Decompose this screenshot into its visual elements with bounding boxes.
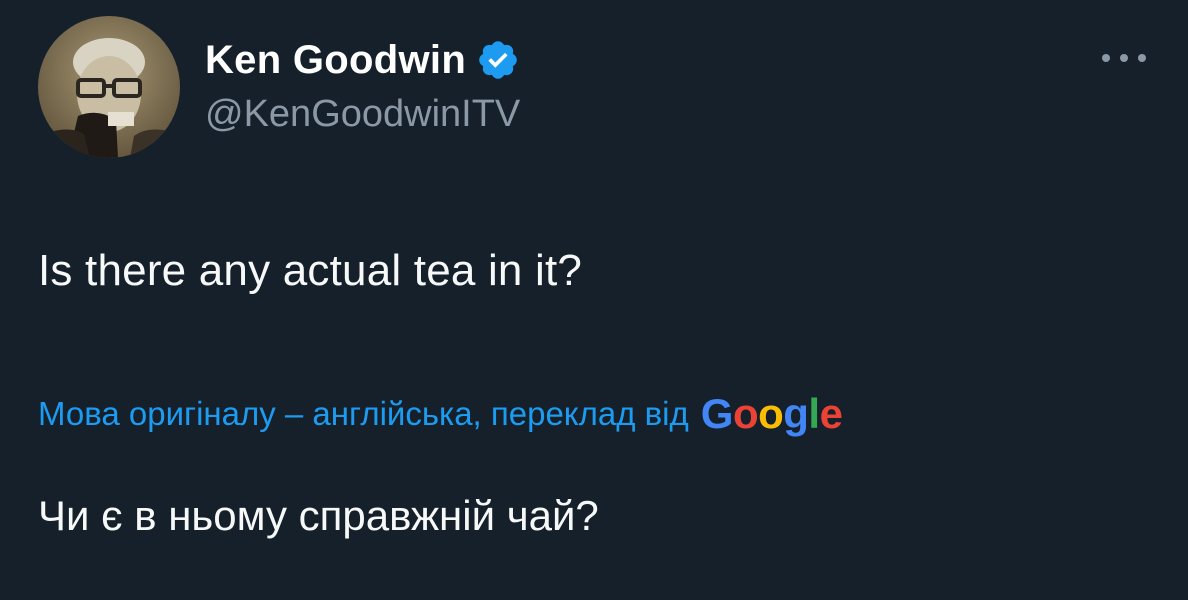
translation-notice-text[interactable]: Мова оригіналу – англійська, переклад ві… [38,395,689,433]
avatar[interactable] [38,16,180,158]
tweet-text: Is there any actual tea in it? [38,246,583,295]
google-logo-letter: l [808,390,820,437]
more-options-icon[interactable] [1096,44,1152,72]
author-name-row[interactable]: Ken Goodwin [205,38,520,82]
google-logo: Google [701,390,843,438]
google-logo-letter: e [819,390,843,437]
google-logo-letter: o [758,390,784,437]
profile-photo-icon [38,16,180,158]
translation-notice[interactable]: Мова оригіналу – англійська, переклад ві… [38,388,843,440]
verified-badge-icon [476,38,520,82]
translated-tweet-text: Чи є в ньому справжній чай? [38,492,599,539]
tweet-card: Ken Goodwin @KenGoodwinITV Is there any … [0,0,1188,600]
google-logo-letter: o [732,390,759,437]
google-logo-letter: G [700,390,734,437]
google-logo-letter: g [783,390,809,437]
display-name[interactable]: Ken Goodwin [205,38,466,83]
author-handle[interactable]: @KenGoodwinITV [205,93,520,136]
